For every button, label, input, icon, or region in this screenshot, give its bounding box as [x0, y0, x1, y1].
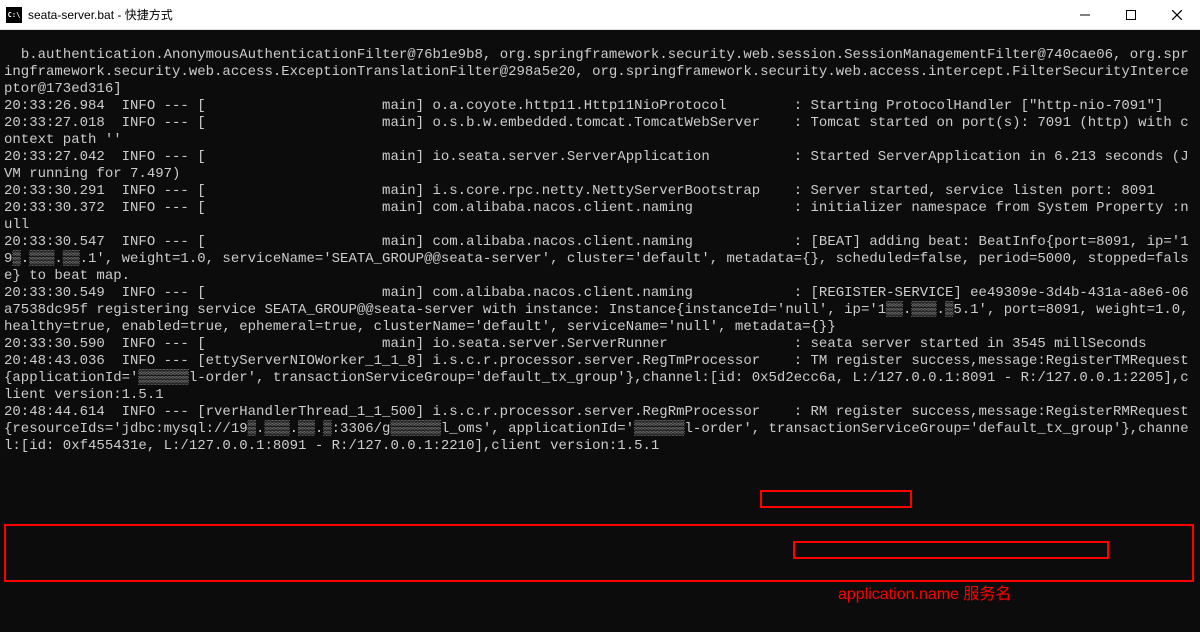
close-icon: [1172, 10, 1182, 20]
window-title: seata-server.bat - 快捷方式: [28, 6, 173, 23]
window-titlebar: C:\ seata-server.bat - 快捷方式: [0, 0, 1200, 30]
console-output[interactable]: b.authentication.AnonymousAuthentication…: [0, 30, 1200, 632]
minimize-icon: [1080, 10, 1090, 20]
titlebar-controls: [1062, 0, 1200, 30]
close-button[interactable]: [1154, 0, 1200, 30]
highlight-box-tx-group: [760, 490, 912, 508]
annotation-label: application.name 服务名: [838, 586, 1011, 603]
highlight-box-application-id: [793, 541, 1109, 559]
maximize-icon: [1126, 10, 1136, 20]
highlight-box-rm-message: [4, 524, 1194, 582]
maximize-button[interactable]: [1108, 0, 1154, 30]
console-text: b.authentication.AnonymousAuthentication…: [4, 47, 1197, 454]
cmd-icon: C:\: [6, 7, 22, 23]
titlebar-left: C:\ seata-server.bat - 快捷方式: [6, 6, 173, 23]
minimize-button[interactable]: [1062, 0, 1108, 30]
